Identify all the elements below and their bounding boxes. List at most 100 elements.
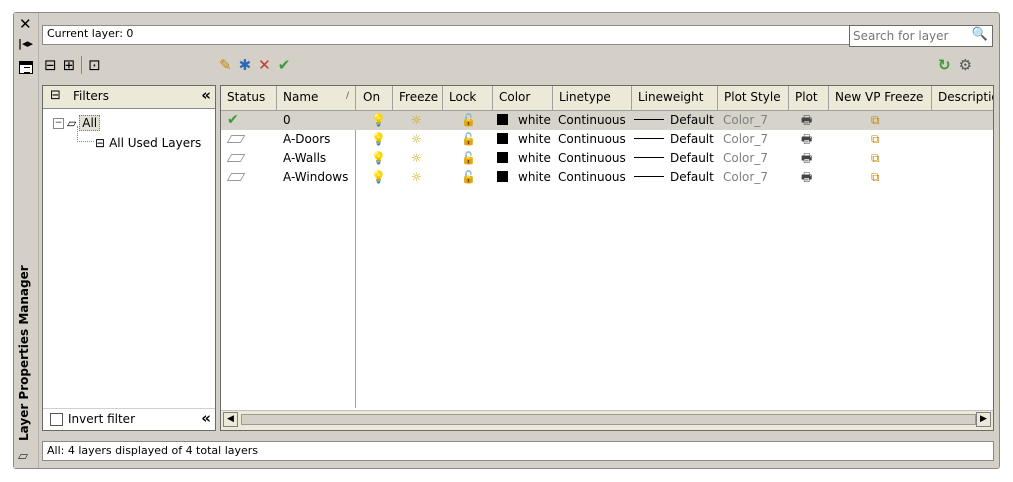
col-header-new-vp-freeze[interactable]: New VP Freeze [829, 86, 932, 110]
settings-toolbar: ↻ ⚙ [938, 56, 972, 74]
set-current-icon[interactable]: ✔ [278, 56, 291, 74]
new-property-filter-icon[interactable]: ⊟ [44, 56, 57, 74]
col-header-on[interactable]: On [357, 86, 393, 110]
scroll-left-icon[interactable]: ◀ [223, 412, 238, 427]
search-icon[interactable]: 🔍 [972, 27, 988, 42]
layer-color-label: white [518, 132, 551, 146]
layer-name[interactable]: A-Walls [283, 149, 326, 168]
col-header-plot-style[interactable]: Plot Style [718, 86, 789, 110]
new-layer-icon[interactable]: ✎ [219, 56, 232, 74]
scroll-right-icon[interactable]: ▶ [976, 412, 991, 427]
filter-toolbar: ⊟ ⊞ ⊡ [44, 56, 101, 74]
palette-titlebar[interactable]: ✕ |◂▸ Layer Properties Manager ▱ [14, 13, 39, 468]
layer-name[interactable]: A-Windows [283, 168, 348, 187]
unlocked-icon[interactable]: 🔓 [461, 168, 476, 187]
tree-collapse-icon[interactable]: − [53, 117, 64, 129]
collapse-tree-icon[interactable]: « [201, 409, 211, 427]
properties-icon[interactable] [19, 61, 33, 74]
layer-linetype[interactable]: Continuous [558, 111, 626, 130]
palette-title: Layer Properties Manager [17, 265, 31, 441]
layer-plot-style[interactable]: Color_7 [723, 168, 768, 187]
printer-icon[interactable]: 🖶 [801, 168, 812, 187]
layer-plot-style[interactable]: Color_7 [723, 130, 768, 149]
unlocked-icon[interactable]: 🔓 [461, 149, 476, 168]
horizontal-scrollbar[interactable]: ◀ ▶ [221, 410, 993, 430]
layer-lineweight[interactable]: Default [634, 168, 714, 187]
layer-linetype[interactable]: Continuous [558, 130, 626, 149]
col-header-plot[interactable]: Plot [789, 86, 829, 110]
lineweight-line [634, 138, 664, 139]
filters-header: ⊟ Filters « [43, 86, 215, 109]
scroll-thumb[interactable] [241, 414, 976, 425]
layer-linetype[interactable]: Continuous [558, 168, 626, 187]
lightbulb-on-icon[interactable]: 💡 [371, 149, 386, 168]
sun-thawed-icon[interactable]: ☼ [411, 130, 422, 149]
delete-layer-icon[interactable]: ✕ [258, 56, 271, 74]
sun-thawed-icon[interactable]: ☼ [411, 149, 422, 168]
col-header-description[interactable]: Descriptio [932, 86, 993, 110]
unlocked-icon[interactable]: 🔓 [461, 111, 476, 130]
refresh-icon[interactable]: ↻ [938, 56, 951, 74]
filters-header-label: Filters [73, 89, 109, 103]
lineweight-line [634, 176, 664, 177]
col-header-freeze[interactable]: Freeze [393, 86, 443, 110]
layer-name[interactable]: 0 [283, 111, 291, 130]
col-header-status[interactable]: Status [221, 86, 277, 110]
printer-icon[interactable]: 🖶 [801, 130, 812, 149]
layer-row[interactable]: A-Windows 💡 ☼ 🔓 white Continuous Default… [221, 168, 993, 187]
sun-thawed-icon[interactable]: ☼ [411, 111, 422, 130]
color-swatch [497, 114, 508, 125]
col-header-lock[interactable]: Lock [443, 86, 493, 110]
col-header-color[interactable]: Color [493, 86, 553, 110]
layer-status-icon [226, 168, 246, 187]
new-vp-freeze-icon[interactable]: ⧉ [871, 168, 880, 187]
layer-row[interactable]: ✔ 0 💡 ☼ 🔓 white Continuous Default Color… [221, 111, 993, 130]
invert-filter-label: Invert filter [68, 412, 135, 426]
layer-plot-style[interactable]: Color_7 [723, 111, 768, 130]
new-group-filter-icon[interactable]: ⊞ [63, 56, 76, 74]
layer-color-label: white [518, 113, 551, 127]
new-vp-freeze-icon[interactable]: ⧉ [871, 149, 880, 168]
search-box[interactable]: 🔍 [849, 25, 993, 47]
settings-icon[interactable]: ⚙ [959, 56, 972, 74]
col-header-linetype[interactable]: Linetype [553, 86, 632, 110]
col-header-name[interactable]: Name / [277, 86, 356, 110]
layer-row[interactable]: A-Walls 💡 ☼ 🔓 white Continuous Default C… [221, 149, 993, 168]
close-icon[interactable]: ✕ [19, 15, 32, 33]
col-header-lineweight[interactable]: Lineweight [632, 86, 718, 110]
tree-node-all-used-layers[interactable]: ⊟ All Used Layers [95, 134, 201, 152]
layer-lineweight-label: Default [670, 170, 714, 184]
layer-lineweight[interactable]: Default [634, 149, 714, 168]
layer-color[interactable]: white [497, 168, 551, 187]
layer-lineweight-label: Default [670, 113, 714, 127]
lightbulb-on-icon[interactable]: 💡 [371, 111, 386, 130]
layer-linetype[interactable]: Continuous [558, 149, 626, 168]
autohide-icon[interactable]: |◂▸ [18, 37, 33, 50]
layer-lineweight[interactable]: Default [634, 111, 714, 130]
current-layer-check-icon[interactable]: ✔ [227, 111, 239, 130]
lightbulb-on-icon[interactable]: 💡 [371, 168, 386, 187]
layer-row[interactable]: A-Doors 💡 ☼ 🔓 white Continuous Default C… [221, 130, 993, 149]
sun-thawed-icon[interactable]: ☼ [411, 168, 422, 187]
printer-icon[interactable]: 🖶 [801, 111, 812, 130]
new-vp-freeze-icon[interactable]: ⧉ [871, 111, 880, 130]
layer-lineweight-label: Default [670, 151, 714, 165]
layer-color[interactable]: white [497, 130, 551, 149]
lightbulb-on-icon[interactable]: 💡 [371, 130, 386, 149]
layer-color[interactable]: white [497, 111, 551, 130]
printer-icon[interactable]: 🖶 [801, 149, 812, 168]
new-layer-vp-frozen-icon[interactable]: ✱ [239, 56, 252, 74]
search-input[interactable] [850, 26, 966, 46]
layer-color[interactable]: white [497, 149, 551, 168]
layer-lineweight[interactable]: Default [634, 130, 714, 149]
layer-toolbar: ✎ ✱ ✕ ✔ [219, 56, 290, 74]
layer-name[interactable]: A-Doors [283, 130, 330, 149]
unlocked-icon[interactable]: 🔓 [461, 130, 476, 149]
layer-states-manager-icon[interactable]: ⊡ [88, 56, 101, 74]
new-vp-freeze-icon[interactable]: ⧉ [871, 130, 880, 149]
lineweight-line [634, 157, 664, 158]
invert-filter-checkbox[interactable] [50, 413, 63, 426]
invert-filter-row: Invert filter « [43, 408, 215, 430]
collapse-panel-icon[interactable]: « [201, 86, 211, 104]
layer-plot-style[interactable]: Color_7 [723, 149, 768, 168]
